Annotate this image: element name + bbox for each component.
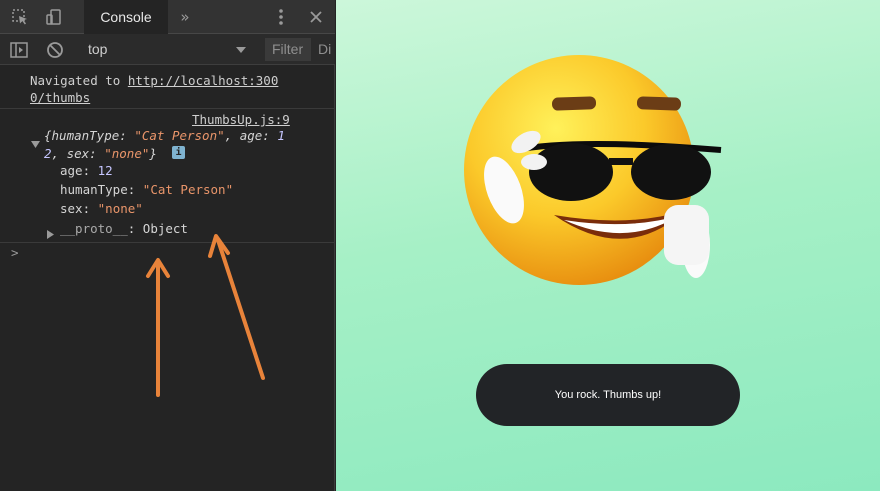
obj-close-brace: } — [149, 146, 157, 161]
prop-row-proto[interactable]: __proto__: Object — [60, 220, 188, 238]
thumbs-up-button[interactable]: You rock. Thumbs up! — [476, 364, 740, 426]
devtools-tabbar: Console » — [0, 0, 335, 34]
object-summary[interactable]: {humanType: "Cat Person", age: 1 — [44, 127, 285, 145]
object-summary-cont[interactable]: 2, sex: "none"} — [44, 145, 157, 163]
obj-open-brace: { — [44, 128, 52, 143]
obj-val-sex: "none" — [104, 146, 150, 161]
nav-url-link-cont[interactable]: 0/thumbs — [30, 90, 90, 105]
proto-expand-triangle-icon[interactable] — [46, 224, 54, 243]
prop-name-age: age — [60, 163, 83, 178]
prop-row-age: age: 12 — [60, 163, 113, 178]
filter-input[interactable]: Filter — [265, 38, 311, 61]
nav-url-link[interactable]: http://localhost:300 — [128, 73, 279, 88]
expand-triangle-icon[interactable] — [31, 134, 40, 153]
close-icon[interactable] — [305, 0, 327, 34]
devtools-panel: Console » top Filter Di Navigated to htt… — [0, 0, 335, 491]
prop-value-proto: Object — [142, 221, 188, 236]
message-divider — [0, 108, 335, 109]
source-link-text[interactable]: ThumbsUp.js:9 — [192, 112, 290, 127]
prop-value-age: 12 — [97, 163, 113, 178]
info-badge-icon[interactable]: i — [172, 146, 185, 159]
navigation-message-cont: 0/thumbs — [30, 89, 90, 107]
obj-val-humantype: "Cat Person" — [134, 128, 225, 143]
prop-value-humantype: "Cat Person" — [142, 182, 234, 197]
console-prompt[interactable]: > — [11, 244, 19, 262]
prop-value-sex: "none" — [97, 201, 143, 216]
thumbs-up-hand-icon — [664, 205, 710, 278]
tab-console[interactable]: Console — [84, 0, 168, 34]
obj-key-sex: sex — [66, 146, 90, 161]
nav-prefix: Navigated to — [30, 73, 128, 88]
context-selector[interactable]: top — [88, 34, 107, 65]
obj-val-age-part2: 2 — [44, 146, 52, 161]
more-tabs-icon[interactable]: » — [174, 0, 196, 34]
dropdown-arrow-icon[interactable] — [234, 34, 248, 65]
navigation-message: Navigated to http://localhost:300 — [30, 72, 278, 90]
inspect-icon[interactable] — [8, 0, 32, 34]
console-toolbar: top Filter Di — [0, 34, 335, 65]
thumbs-app: You rock. Thumbs up! — [336, 0, 880, 491]
prop-name-humantype: humanType — [60, 182, 128, 197]
prop-row-humantype: humanType: "Cat Person" — [60, 182, 234, 197]
clear-console-icon[interactable] — [44, 34, 66, 65]
obj-key-humantype: humanType — [51, 128, 120, 143]
kebab-menu-icon[interactable] — [272, 0, 290, 34]
level-dropdown-truncated[interactable]: Di — [318, 34, 331, 65]
prop-name-sex: sex — [60, 201, 83, 216]
prop-row-sex: sex: "none" — [60, 201, 143, 216]
sidebar-toggle-icon[interactable] — [8, 34, 30, 65]
prop-name-proto: __proto__ — [60, 221, 128, 236]
device-toggle-icon[interactable] — [42, 0, 66, 34]
obj-key-age: age — [239, 128, 263, 143]
sunglasses-thumbs-up-emoji — [464, 55, 722, 285]
obj-val-age-part1: 1 — [277, 128, 285, 143]
prompt-divider — [0, 242, 335, 243]
